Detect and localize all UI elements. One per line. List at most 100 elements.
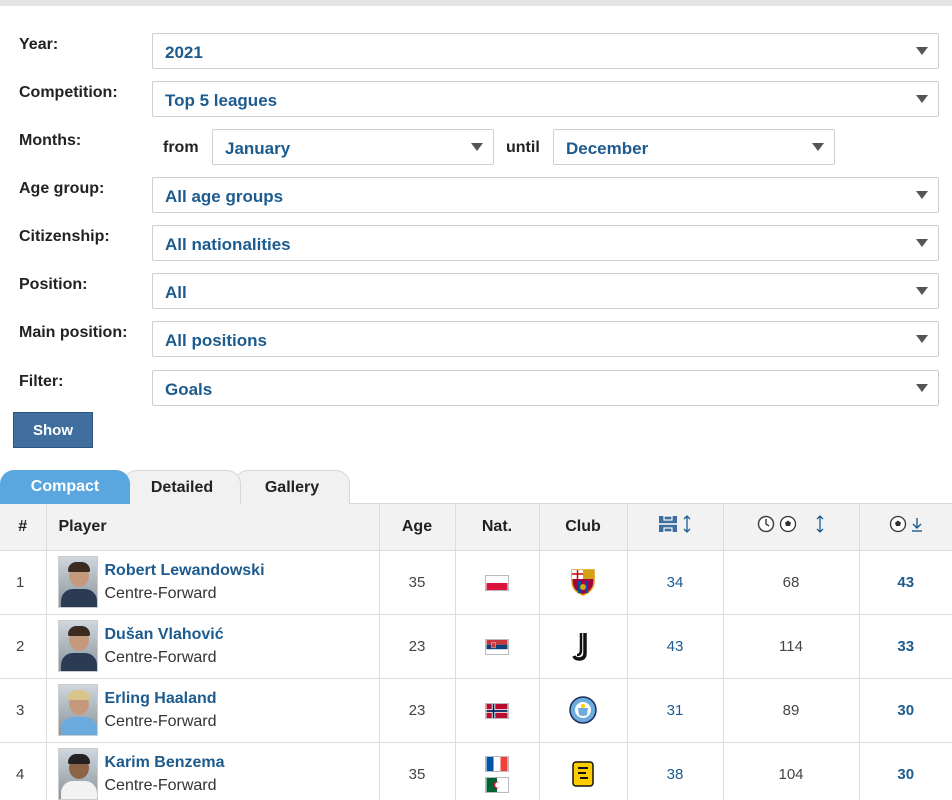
player-header: Player [46, 504, 380, 551]
months-from-label: from [163, 139, 199, 156]
appearances-value[interactable]: 43 [667, 638, 684, 655]
competition-value: Top 5 leagues [165, 91, 278, 110]
filter-select[interactable]: Goals [152, 370, 939, 406]
citizenship-label: Citizenship: [19, 228, 110, 245]
year-select[interactable]: 2021 [152, 33, 939, 69]
serbia-flag-icon [485, 638, 509, 655]
age-cell: 35 [379, 550, 456, 615]
age-cell: 23 [379, 678, 456, 743]
month-until-value: December [566, 139, 649, 158]
table-row: 1 Robert Lewandowski Centre-Forward 35 3… [0, 550, 952, 615]
chevron-down-icon [916, 384, 928, 392]
year-label: Year: [19, 36, 59, 53]
appearances-header[interactable] [627, 504, 724, 551]
age-cell: 23 [379, 614, 456, 679]
minutes-per-goal-value: 68 [723, 550, 860, 615]
competition-select[interactable]: Top 5 leagues [152, 81, 939, 117]
appearances-value[interactable]: 31 [667, 702, 684, 719]
citizenship-value: All nationalities [165, 235, 291, 254]
player-photo[interactable] [57, 748, 98, 800]
norway-flag-icon [485, 702, 509, 719]
tab-compact[interactable]: Compact [0, 470, 130, 504]
chevron-down-icon [471, 143, 483, 151]
months-label: Months: [19, 132, 82, 149]
months-until-label: until [506, 139, 540, 156]
rank-cell: 3 [0, 678, 47, 743]
chevron-down-icon [916, 287, 928, 295]
appearances-value[interactable]: 34 [667, 574, 684, 591]
chevron-down-icon [916, 335, 928, 343]
minutes-per-goal-value: 89 [723, 678, 860, 743]
tab-detailed[interactable]: Detailed [123, 470, 241, 504]
month-until-select[interactable]: December [553, 129, 835, 165]
table-row: 3 Erling Haaland Centre-Forward 23 31 89… [0, 678, 952, 743]
minutes-per-goal-value: 104 [723, 742, 860, 800]
table-row: 4 Karim Benzema Centre-Forward 35 38 104… [0, 742, 952, 800]
ball-icon [889, 516, 906, 533]
algeria-flag-icon [485, 776, 509, 793]
minutes-per-goal-value: 114 [723, 614, 860, 679]
manchester-city-crest-icon[interactable] [569, 695, 597, 725]
rank-cell: 2 [0, 614, 47, 679]
goals-value[interactable]: 33 [897, 638, 914, 655]
position-label: Position: [19, 276, 88, 293]
chevron-down-icon [916, 191, 928, 199]
rank-cell: 4 [0, 742, 47, 800]
sort-down-icon [911, 518, 922, 532]
juventus-crest-icon[interactable] [569, 631, 597, 661]
filter-label: Filter: [19, 373, 64, 390]
player-name-link[interactable]: Erling Haaland [105, 690, 217, 708]
goals-value[interactable]: 43 [897, 574, 914, 591]
nat-header: Nat. [455, 504, 540, 551]
sort-arrows-icon [683, 515, 691, 534]
age-group-select[interactable]: All age groups [152, 177, 939, 213]
show-button[interactable]: Show [13, 412, 93, 448]
table-row: 2 Dušan Vlahović Centre-Forward 23 43 11… [0, 614, 952, 679]
rank-cell: 1 [0, 550, 47, 615]
al-ittihad-crest-icon[interactable] [569, 759, 597, 789]
main-position-label: Main position: [19, 324, 128, 341]
minutes-per-goal-header[interactable] [723, 504, 860, 551]
age-group-label: Age group: [19, 180, 105, 197]
age-group-value: All age groups [165, 187, 284, 206]
appearances-value[interactable]: 38 [667, 766, 684, 783]
citizenship-select[interactable]: All nationalities [152, 225, 939, 261]
chevron-down-icon [916, 47, 928, 55]
age-header: Age [379, 504, 456, 551]
player-name-link[interactable]: Robert Lewandowski [105, 562, 265, 580]
filter-value: Goals [165, 380, 213, 399]
main-position-select[interactable]: All positions [152, 321, 939, 357]
top-border [0, 0, 952, 6]
tab-gallery[interactable]: Gallery [234, 470, 350, 504]
pitch-icon [659, 515, 677, 533]
player-position: Centre-Forward [104, 648, 217, 666]
player-name-link[interactable]: Dušan Vlahović [105, 626, 224, 644]
players-table: # Player Age Nat. Club 1 Robert Lewandow… [0, 504, 952, 800]
month-from-select[interactable]: January [212, 129, 494, 165]
goals-value[interactable]: 30 [897, 702, 914, 719]
main-position-value: All positions [165, 331, 267, 350]
player-name-link[interactable]: Karim Benzema [105, 754, 225, 772]
chevron-down-icon [916, 95, 928, 103]
table-header-row: # Player Age Nat. Club [0, 504, 952, 551]
rank-header: # [0, 504, 47, 551]
player-photo[interactable] [57, 556, 98, 608]
year-value: 2021 [165, 43, 203, 62]
competition-label: Competition: [19, 84, 118, 101]
ball-icon [779, 516, 797, 533]
club-header: Club [539, 504, 628, 551]
goals-header[interactable] [859, 504, 952, 551]
month-from-value: January [225, 139, 291, 158]
player-position: Centre-Forward [104, 776, 217, 794]
player-position: Centre-Forward [104, 712, 217, 730]
chevron-down-icon [916, 239, 928, 247]
player-position: Centre-Forward [104, 584, 217, 602]
sort-arrows-icon [816, 515, 824, 534]
player-photo[interactable] [57, 684, 98, 736]
clock-icon [757, 516, 775, 533]
player-photo[interactable] [57, 620, 98, 672]
goals-value[interactable]: 30 [897, 766, 914, 783]
position-select[interactable]: All [152, 273, 939, 309]
position-value: All [165, 283, 187, 302]
barcelona-crest-icon[interactable] [569, 567, 597, 597]
